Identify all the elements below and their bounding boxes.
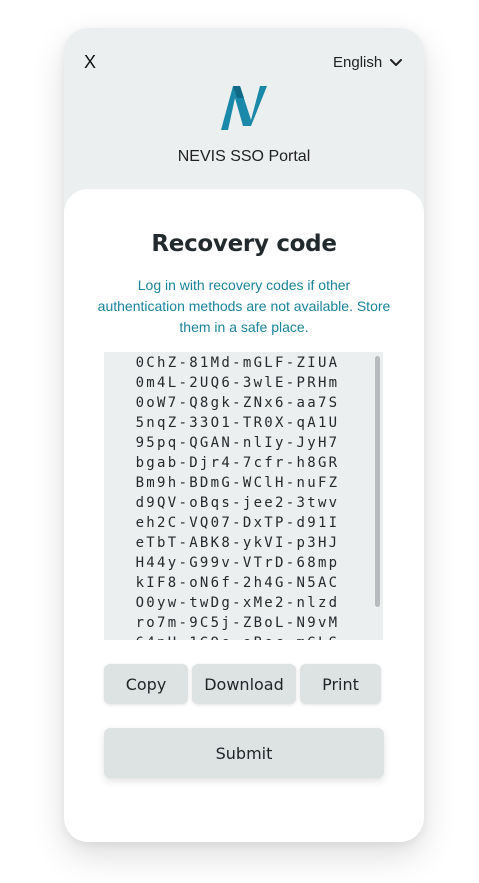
portal-title: NEVIS SSO Portal bbox=[177, 148, 311, 165]
recovery-code-item: 5nqZ-33O1-TR0X-qA1U bbox=[135, 415, 340, 431]
recovery-code-item: Bm9h-BDmG-WClH-nuFZ bbox=[135, 475, 340, 491]
recovery-code-description: Log in with recovery codes if other auth… bbox=[97, 277, 391, 335]
chevron-down-icon bbox=[390, 58, 403, 66]
login-window: X English NEVIS SSO Portal Recovery code… bbox=[64, 28, 424, 842]
codes-list: 0ChZ-81Md-mGLF-ZIUA 0m4L-2UQ6-3wlE-PRHm 0o… bbox=[104, 352, 383, 640]
submit-button[interactable]: Submit bbox=[104, 728, 384, 778]
recovery-code-item: bgab-Djr4-7cfr-h8GR bbox=[135, 455, 340, 471]
recovery-code-item: eTbT-ABK8-ykVI-p3HJ bbox=[135, 535, 340, 551]
recovery-code-item: kIF8-oN6f-2h4G-N5AC bbox=[135, 575, 340, 591]
recovery-code-item: d9QV-oBqs-jee2-3twv bbox=[135, 495, 340, 511]
language-label: English bbox=[333, 54, 383, 71]
nevis-logo-icon bbox=[221, 86, 267, 130]
scrollbar-thumb[interactable] bbox=[375, 356, 380, 607]
language-selector[interactable]: English bbox=[333, 54, 403, 71]
page-title: Recovery code bbox=[151, 231, 337, 257]
recovery-codes-list[interactable]: 0ChZ-81Md-mGLF-ZIUA 0m4L-2UQ6-3wlE-PRHm 0o… bbox=[104, 352, 383, 640]
recovery-code-item: 0oW7-Q8gk-ZNx6-aa7S bbox=[135, 395, 340, 411]
recovery-code-item: eh2C-VQ07-DxTP-d91I bbox=[135, 515, 340, 531]
recovery-code-item: ro7m-9C5j-ZBoL-N9vM bbox=[135, 615, 340, 631]
close-button[interactable]: X bbox=[84, 52, 96, 72]
copy-button[interactable]: Copy bbox=[104, 664, 188, 704]
recovery-code-item: 0ChZ-81Md-mGLF-ZIUA bbox=[135, 355, 340, 371]
recovery-code-item: 64nH-1G9e-oBec-mGLS bbox=[104, 633, 383, 640]
recovery-code-item: 0m4L-2UQ6-3wlE-PRHm bbox=[135, 375, 340, 391]
recovery-code-item: 95pq-QGAN-nlIy-JyH7 bbox=[135, 435, 340, 451]
recovery-code-item: H44y-G99v-VTrD-68mp bbox=[135, 555, 340, 571]
download-button[interactable]: Download bbox=[192, 664, 296, 704]
print-button[interactable]: Print bbox=[300, 664, 381, 704]
codes-scrollbar[interactable] bbox=[373, 352, 383, 640]
recovery-code-card: Recovery code Log in with recovery codes… bbox=[64, 189, 424, 842]
recovery-code-item: O0yw-twDg-xMe2-nlzd bbox=[135, 595, 340, 611]
